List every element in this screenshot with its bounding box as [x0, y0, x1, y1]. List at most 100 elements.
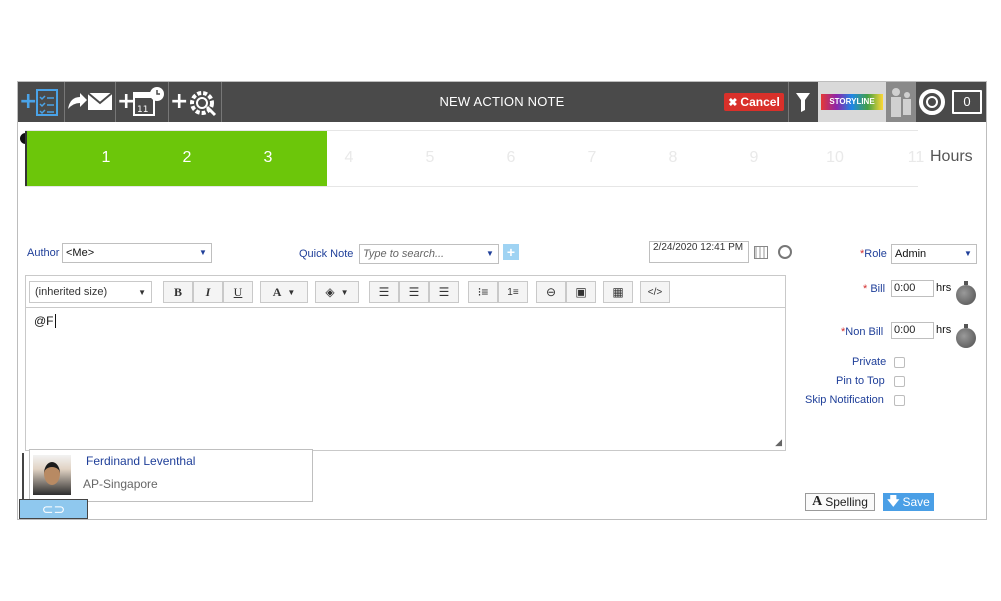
link-button[interactable]: ⊖ — [536, 281, 566, 303]
chevron-down-icon: ▼ — [486, 249, 494, 258]
align-center-button[interactable]: ☰ — [399, 281, 429, 303]
font-size-select[interactable]: (inherited size) ▼ — [29, 281, 152, 303]
contacts-icon[interactable] — [886, 82, 916, 122]
mention-name: Ferdinand Leventhal — [86, 454, 196, 468]
svg-text:11: 11 — [137, 105, 148, 115]
mention-suggestion[interactable]: Ferdinand Leventhal AP-Singapore — [29, 449, 313, 502]
svg-text:+: + — [19, 89, 37, 114]
hour-9[interactable]: 9 — [739, 149, 769, 167]
hour-10[interactable]: 10 — [820, 149, 850, 167]
font-size-value: (inherited size) — [35, 286, 108, 298]
bill-label: * Bill — [863, 283, 886, 295]
note-editor[interactable]: @F​ ◢ — [25, 307, 786, 451]
hour-4[interactable]: 4 — [334, 149, 364, 167]
chevron-down-icon: ▼ — [287, 287, 296, 297]
font-color-button[interactable]: A ▼ — [260, 281, 308, 303]
align-center-icon: ☰ — [408, 285, 420, 299]
attach-tab — [22, 453, 24, 499]
table-icon: ▦ — [612, 285, 624, 299]
spelling-button[interactable]: A Spelling — [805, 493, 875, 511]
hours-bar[interactable]: 1 2 3 4 5 6 7 8 9 10 11 — [25, 130, 924, 187]
align-right-icon: ☰ — [438, 285, 450, 299]
paint-bucket-icon: ◈ — [325, 285, 335, 299]
code-icon: </> — [647, 286, 663, 298]
save-button[interactable]: 🡇 Save — [883, 493, 934, 511]
hour-3[interactable]: 3 — [253, 149, 283, 167]
bullet-list-button[interactable]: ⁝≡ — [468, 281, 498, 303]
cancel-button[interactable]: ✖ Cancel — [724, 93, 784, 111]
dialog-title: NEW ACTION NOTE — [439, 94, 565, 109]
role-value: Admin — [895, 248, 927, 260]
save-label: Save — [902, 495, 930, 509]
cancel-label: Cancel — [740, 95, 780, 109]
underline-button[interactable]: U — [223, 281, 253, 303]
calendar-icon[interactable] — [754, 246, 768, 259]
clock-icon[interactable] — [778, 245, 792, 259]
numbered-list-icon: 1≡ — [507, 286, 519, 298]
storyline-logo: STORYLINE — [821, 94, 883, 110]
hour-8[interactable]: 8 — [658, 149, 688, 167]
align-right-button[interactable]: ☰ — [429, 281, 459, 303]
screen-badge: 0 — [952, 90, 982, 114]
bill-input[interactable]: 0:00 — [891, 280, 934, 297]
add-quick-note-button[interactable]: + — [503, 244, 519, 260]
bold-button[interactable]: B — [163, 281, 193, 303]
private-checkbox[interactable] — [894, 357, 905, 368]
hour-6[interactable]: 6 — [496, 149, 526, 167]
non-bill-input[interactable]: 0:00 — [891, 322, 934, 339]
add-task-icon[interactable]: + — [18, 82, 64, 122]
font-color-label: A — [272, 284, 282, 299]
highlight-color-button[interactable]: ◈ ▼ — [315, 281, 359, 303]
author-label: Author — [27, 247, 60, 259]
bill-stopwatch-icon[interactable] — [956, 281, 976, 305]
chevron-down-icon: ▼ — [964, 249, 972, 258]
avatar — [33, 455, 71, 495]
skip-notification-checkbox[interactable] — [894, 395, 905, 406]
non-bill-hrs-label: hrs — [936, 324, 952, 336]
forward-email-icon[interactable] — [65, 82, 115, 122]
arrow-down-icon: 🡇 — [887, 493, 900, 508]
close-icon: ✖ — [728, 96, 738, 109]
action-note-dialog: + + 11 + NEW ACTION NOTE ✖ Cancel STORYL… — [17, 81, 987, 520]
hour-1[interactable]: 1 — [91, 149, 121, 167]
author-select[interactable]: <Me> ▼ — [62, 243, 212, 263]
add-settings-icon[interactable]: + — [169, 82, 221, 122]
hour-2[interactable]: 2 — [172, 149, 202, 167]
date-field[interactable]: 2/24/2020 12:41 PM — [649, 241, 749, 263]
filter-icon[interactable] — [789, 82, 817, 122]
image-icon: ▣ — [575, 285, 587, 299]
bill-hrs-label: hrs — [936, 282, 952, 294]
storyline-button[interactable]: STORYLINE — [818, 82, 886, 122]
attach-button[interactable]: ⊂⊃ — [19, 499, 88, 519]
add-calendar-icon[interactable]: + 11 — [116, 82, 168, 122]
help-lifebuoy-icon[interactable] — [916, 82, 948, 122]
image-button[interactable]: ▣ — [566, 281, 596, 303]
hour-5[interactable]: 5 — [415, 149, 445, 167]
italic-button[interactable]: I — [193, 281, 223, 303]
bullet-list-icon: ⁝≡ — [477, 285, 489, 299]
table-button[interactable]: ▦ — [603, 281, 633, 303]
pin-to-top-checkbox[interactable] — [894, 376, 905, 387]
paperclip-icon: ⊂⊃ — [41, 500, 66, 517]
resize-handle-icon[interactable]: ◢ — [775, 437, 782, 448]
align-left-button[interactable]: ☰ — [369, 281, 399, 303]
top-toolbar: + + 11 + NEW ACTION NOTE ✖ Cancel STORYL… — [18, 82, 986, 122]
link-icon: ⊖ — [545, 285, 557, 299]
role-label: *Role — [860, 248, 887, 260]
author-value: <Me> — [66, 247, 95, 259]
chevron-down-icon: ▼ — [138, 287, 146, 297]
screen-icon[interactable]: 0 — [948, 82, 986, 122]
mention-office: AP-Singapore — [83, 477, 158, 491]
role-select[interactable]: Admin ▼ — [891, 244, 977, 264]
source-code-button[interactable]: </> — [640, 281, 670, 303]
numbered-list-button[interactable]: 1≡ — [498, 281, 528, 303]
align-left-icon: ☰ — [378, 285, 390, 299]
non-bill-stopwatch-icon[interactable] — [956, 324, 976, 348]
spell-check-icon: A — [812, 494, 823, 509]
quick-note-search[interactable]: Type to search... ▼ — [359, 244, 499, 264]
hours-label: Hours — [930, 148, 973, 165]
chevron-down-icon: ▼ — [340, 287, 349, 297]
private-label: Private — [852, 356, 887, 368]
hour-7[interactable]: 7 — [577, 149, 607, 167]
hour-11[interactable]: 11 — [901, 149, 931, 167]
